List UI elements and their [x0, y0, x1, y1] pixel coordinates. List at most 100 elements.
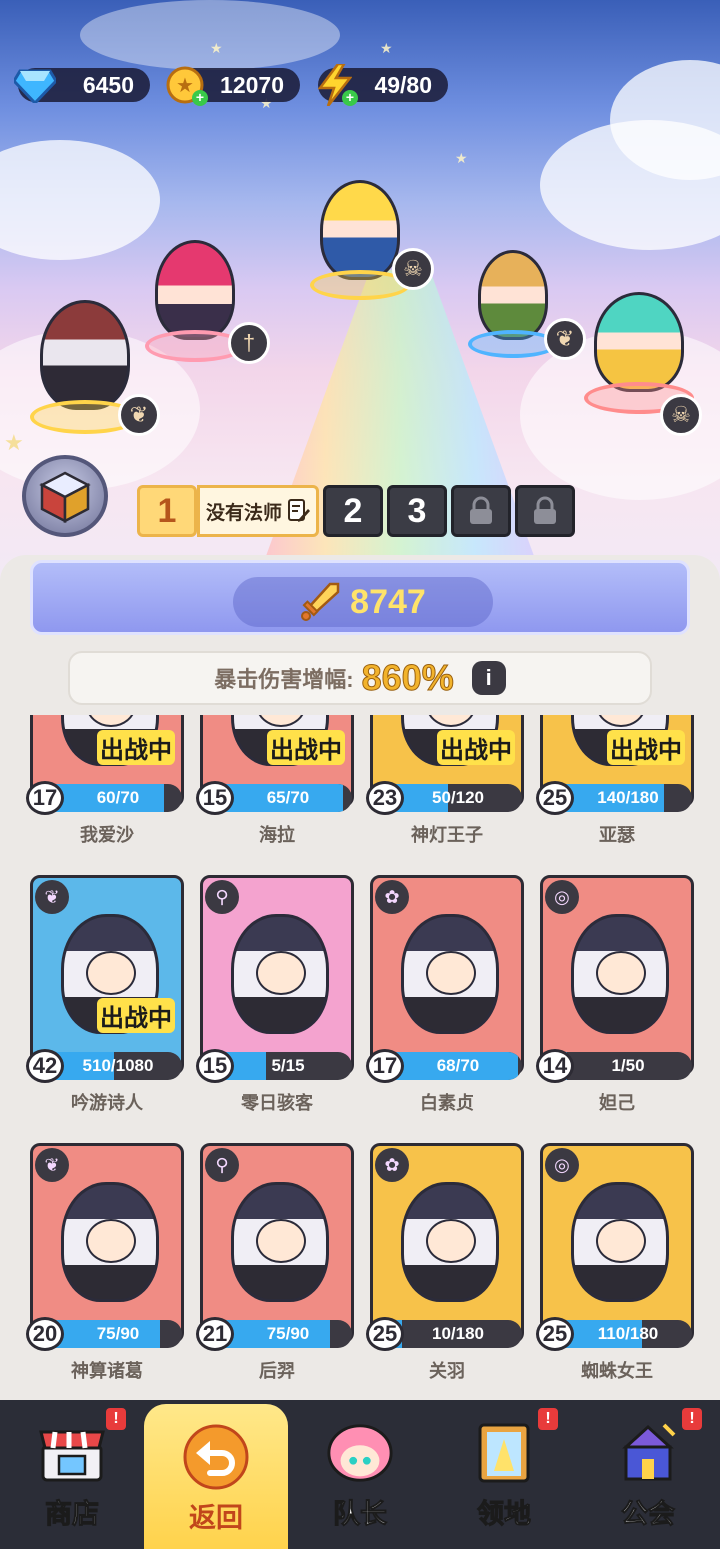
fragment-progress: 14 1/50: [536, 1049, 696, 1083]
svg-text:★: ★: [176, 73, 194, 97]
fragment-track: 5/15: [224, 1052, 352, 1080]
fragment-progress: 23 50/120: [366, 781, 526, 815]
fragment-progress: 20 75/90: [26, 1317, 186, 1351]
skull-class-icon: ☠: [392, 248, 434, 290]
back-arrow-icon: [181, 1424, 251, 1490]
team-slot-1[interactable]: 1: [137, 485, 197, 537]
hero-card[interactable]: 出战中 25 140/180 亚瑟: [536, 715, 694, 845]
nav-captain-label: 队长: [333, 1499, 388, 1530]
hero-level: 25: [536, 781, 574, 815]
fragment-track: 110/180: [564, 1320, 692, 1348]
hero-card[interactable]: ✿ 17 68/70 白素贞: [366, 875, 524, 1113]
hero-face: [256, 715, 306, 727]
hero-level: 25: [366, 1317, 404, 1351]
team-name-box[interactable]: 没有法师: [197, 485, 319, 537]
hero-card[interactable]: 出战中 23 50/120 神灯王子: [366, 715, 524, 845]
star-icon: ★: [455, 150, 468, 166]
team-slot-2[interactable]: 2: [323, 485, 383, 537]
hero-card[interactable]: ◎ 25 110/180 蜘蛛女王: [536, 1143, 694, 1381]
hero-name: 我爱沙: [80, 825, 134, 845]
hero-card-art: ✿: [370, 1143, 524, 1343]
gold-coin-icon: ★ +: [162, 62, 208, 108]
hero-portrait: [401, 1182, 499, 1302]
hero-face: [86, 951, 136, 995]
hero-card[interactable]: ◎ 14 1/50 妲己: [536, 875, 694, 1113]
nav-guild-label: 公会: [621, 1499, 676, 1530]
sword-icon: [301, 582, 340, 621]
hero-card[interactable]: ❦ 20 75/90 神算诸葛: [26, 1143, 184, 1381]
nav-back[interactable]: 返回: [144, 1404, 288, 1549]
nav-captain[interactable]: 队长: [288, 1400, 432, 1549]
info-icon[interactable]: i: [471, 661, 506, 695]
fragment-track: 65/70: [224, 784, 352, 812]
crit-label: 暴击伤害增幅:: [214, 667, 354, 692]
hero-card[interactable]: ❦ 出战中 42 510/1080 吟游诗人: [26, 875, 184, 1113]
team-slot-locked[interactable]: [515, 485, 575, 537]
fragment-progress: 21 75/90: [196, 1317, 356, 1351]
sword-class-icon: †: [228, 322, 270, 364]
wing-class-icon: ❦: [544, 318, 586, 360]
hero-name: 零日骇客: [241, 1093, 313, 1113]
deployed-badge: 出战中: [431, 729, 521, 765]
hero-card[interactable]: ✿ 25 10/180 关羽: [366, 1143, 524, 1381]
hero-card[interactable]: 出战中 15 65/70 海拉: [196, 715, 354, 845]
hero-face: [596, 1219, 646, 1263]
hero-card[interactable]: 出战中 17 60/70 我爱沙: [26, 715, 184, 845]
nav-guild[interactable]: ! 公会: [576, 1400, 720, 1549]
deployed-label: 出战中: [97, 729, 175, 765]
gem-cube-button[interactable]: [22, 455, 108, 537]
star-icon: ★: [4, 430, 24, 455]
hero-card[interactable]: ⚲ 21 75/90 后羿: [196, 1143, 354, 1381]
hero-card[interactable]: ⚲ 15 5/15 零日骇客: [196, 875, 354, 1113]
hero-card-art: ❦ 出战中: [30, 875, 184, 1075]
hero-name: 蜘蛛女王: [581, 1361, 653, 1381]
hero-panel: 8747 暴击伤害增幅: 860% i 出战中 17 60/70 我爱沙 出战中 15 65…: [0, 555, 720, 1400]
hero-level: 42: [26, 1049, 64, 1083]
field-hero-knight[interactable]: [310, 180, 410, 300]
fragment-progress: 17 60/70: [26, 781, 186, 815]
fragment-count: 5/15: [271, 1056, 305, 1075]
fragment-count: 10/180: [432, 1324, 484, 1343]
hero-name: 亚瑟: [599, 825, 635, 845]
deployed-badge: 出战中: [91, 729, 181, 765]
fragment-progress: 25 140/180: [536, 781, 696, 815]
class-icon: ⚲: [205, 1148, 239, 1182]
fragment-track: 510/1080: [54, 1052, 182, 1080]
star-icon: ★: [380, 40, 393, 56]
alert-badge: !: [682, 1408, 702, 1430]
fragment-track: 75/90: [54, 1320, 182, 1348]
fragment-track: 140/180: [564, 784, 692, 812]
nav-territory[interactable]: ! 领地: [432, 1400, 576, 1549]
lightning-icon: +: [312, 62, 358, 108]
deployed-label: 出战中: [437, 729, 515, 765]
nav-shop[interactable]: ! 商店: [0, 1400, 144, 1549]
hero-face: [256, 1219, 306, 1263]
fragment-track: 50/120: [394, 784, 522, 812]
fragment-progress: 25 10/180: [366, 1317, 526, 1351]
captain-avatar-icon: [325, 1420, 395, 1486]
hero-face: [426, 715, 476, 727]
fragment-count: 60/70: [96, 788, 140, 807]
hero-portrait: [231, 914, 329, 1034]
fragment-count: 75/90: [96, 1324, 140, 1343]
edit-icon[interactable]: [288, 499, 310, 523]
team-slot-3[interactable]: 3: [387, 485, 447, 537]
energy-counter[interactable]: + 49/80: [318, 64, 448, 106]
gold-counter[interactable]: ★ + 12070: [166, 66, 300, 106]
gems-counter[interactable]: 6450: [14, 68, 150, 103]
plus-icon: +: [342, 90, 358, 106]
hero-portrait: [61, 1182, 159, 1302]
hero-card-art: ⚲: [200, 875, 354, 1075]
bottom-nav: ! 商店 返回 队长 ! 领地 ! 公会: [0, 1400, 720, 1549]
team-slot-locked[interactable]: [451, 485, 511, 537]
hero-level: 25: [536, 1317, 574, 1351]
team-name-label: 没有法师: [205, 502, 282, 524]
fragment-count: 75/90: [266, 1324, 310, 1343]
hero-face: [596, 715, 646, 727]
hero-portrait: [231, 1182, 329, 1302]
deployed-label: 出战中: [607, 729, 685, 765]
hero-level: 21: [196, 1317, 234, 1351]
fragment-count: 50/120: [432, 788, 484, 807]
hero-card-art: ✿: [370, 875, 524, 1075]
hero-card-art: ◎: [540, 875, 694, 1075]
